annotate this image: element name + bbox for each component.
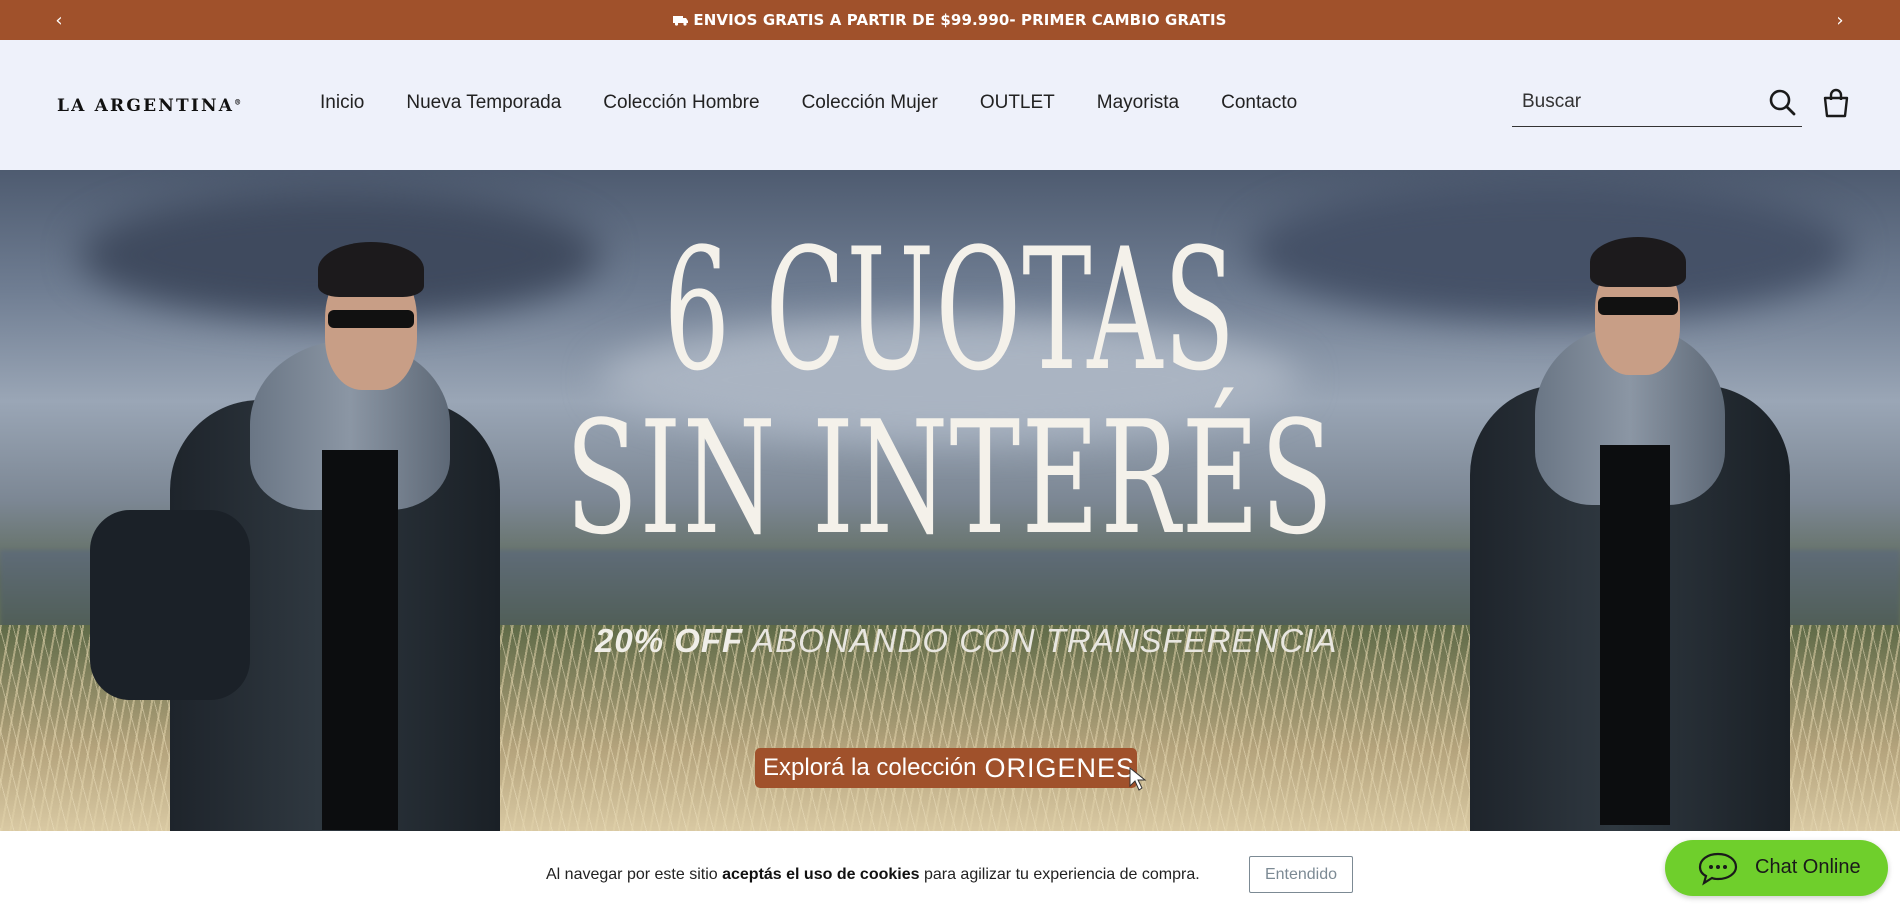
nav-item-nueva-temporada[interactable]: Nueva Temporada	[406, 92, 561, 114]
cookie-banner: Al navegar por este sitio aceptás el uso…	[0, 831, 1900, 920]
announcement-text: ENVIOS GRATIS A PARTIR DE $99.990- PRIME…	[693, 11, 1227, 29]
hero-headline-line2: SIN INTERÉS	[565, 387, 1335, 569]
nav-item-inicio[interactable]: Inicio	[320, 92, 364, 114]
announcement-bar: ‹ ENVIOS GRATIS A PARTIR DE $99.990- PRI…	[0, 0, 1900, 40]
hair-shape	[1590, 237, 1686, 287]
logo-registered-mark: ®	[234, 97, 242, 107]
hero-banner[interactable]: 6 CUOTAS SIN INTERÉS 20% OFF ABONANDO CO…	[0, 170, 1900, 831]
brand-logo[interactable]: LA ARGENTINA®	[57, 96, 241, 116]
promo-bold-text: 20% OFF	[595, 622, 744, 659]
nav-item-coleccion-mujer[interactable]: Colección Mujer	[802, 92, 938, 114]
main-nav: Inicio Nueva Temporada Colección Hombre …	[320, 92, 1297, 114]
cta-prefix: Explorá la colección	[763, 754, 977, 781]
cta-strong: ORIGENES	[984, 752, 1135, 783]
announcement-text-wrap: ENVIOS GRATIS A PARTIR DE $99.990- PRIME…	[673, 11, 1226, 29]
shopping-bag-icon[interactable]	[1822, 88, 1850, 118]
site-header: LA ARGENTINA® Inicio Nueva Temporada Col…	[0, 40, 1900, 170]
bag-shape	[90, 510, 250, 700]
cookie-accept-button[interactable]: Entendido	[1249, 856, 1353, 893]
chat-label: Chat Online	[1755, 856, 1861, 878]
sunglasses-shape	[1598, 297, 1678, 315]
truck-icon	[673, 15, 689, 26]
hero-promo-line: 20% OFF ABONANDO CON TRANSFERENCIA	[595, 622, 1337, 660]
search-box	[1512, 80, 1802, 127]
explore-collection-button[interactable]: Explorá la colección ORIGENES	[755, 748, 1137, 788]
logo-text: LA ARGENTINA	[57, 96, 235, 116]
cookie-text-bold: aceptás el uso de cookies	[722, 866, 920, 883]
search-icon[interactable]	[1768, 88, 1796, 116]
cookie-message: Al navegar por este sitio aceptás el uso…	[546, 866, 1200, 884]
promo-rest-text: ABONANDO CON TRANSFERENCIA	[752, 622, 1338, 659]
nav-item-contacto[interactable]: Contacto	[1221, 92, 1297, 114]
search-input[interactable]	[1520, 86, 1744, 118]
chat-online-button[interactable]: Chat Online	[1665, 840, 1888, 896]
cursor-icon	[1129, 766, 1147, 791]
hero-headline-line1: 6 CUOTAS	[663, 212, 1237, 408]
cookie-text-after: para agilizar tu experiencia de compra.	[919, 866, 1200, 883]
nav-item-outlet[interactable]: OUTLET	[980, 92, 1055, 114]
cookie-text-before: Al navegar por este sitio	[546, 866, 723, 883]
tshirt-shape	[1600, 445, 1670, 825]
chat-bubble-icon	[1698, 852, 1738, 886]
nav-item-mayorista[interactable]: Mayorista	[1097, 92, 1179, 114]
nav-item-coleccion-hombre[interactable]: Colección Hombre	[603, 92, 759, 114]
prev-arrow-icon[interactable]: ‹	[47, 8, 71, 32]
next-arrow-icon[interactable]: ›	[1828, 8, 1852, 32]
